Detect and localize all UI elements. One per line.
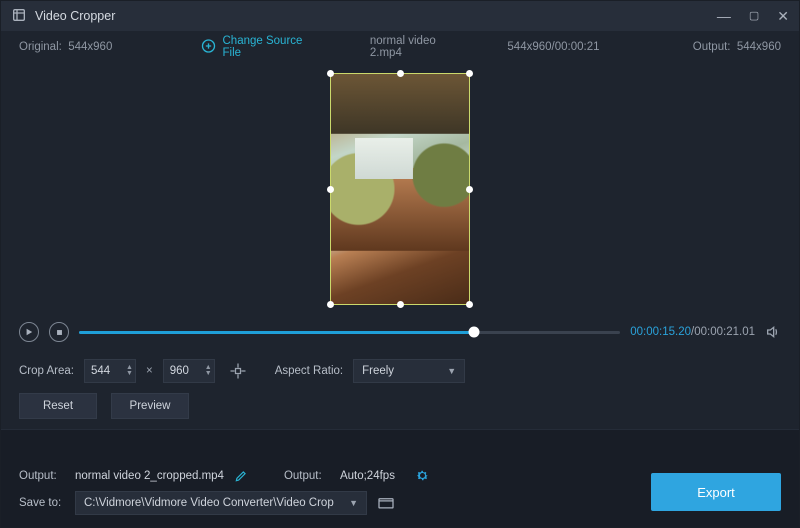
change-source-label: Change Source File: [223, 35, 320, 59]
output-dims-value: 544x960: [737, 41, 781, 53]
output-settings-button[interactable]: [415, 468, 430, 483]
window-controls: — ▢ ✕: [717, 9, 789, 23]
gear-icon: [415, 468, 430, 483]
crop-handle-tr[interactable]: [466, 70, 473, 77]
edit-filename-button[interactable]: [234, 469, 248, 483]
maximize-button[interactable]: ▢: [749, 9, 759, 23]
app-window: Video Cropper — ▢ ✕ Original: 544x960 Ch…: [0, 0, 800, 528]
crop-handle-bm[interactable]: [397, 301, 404, 308]
output-format-value: Auto;24fps: [340, 470, 395, 482]
reset-button[interactable]: Reset: [19, 393, 97, 419]
chevron-down-icon: ▼: [447, 366, 456, 376]
save-to-label: Save to:: [19, 497, 65, 509]
crop-area-label: Crop Area:: [19, 365, 74, 377]
plus-circle-icon: [201, 38, 217, 57]
stop-button[interactable]: [49, 322, 69, 342]
output-format-label: Output:: [284, 470, 330, 482]
infobar: Original: 544x960 Change Source File nor…: [1, 31, 799, 63]
output-filename: normal video 2_cropped.mp4: [75, 470, 224, 482]
aspect-ratio-dropdown[interactable]: Freely ▼: [353, 359, 465, 383]
preview-button[interactable]: Preview: [111, 393, 189, 419]
app-icon: [11, 7, 27, 26]
titlebar: Video Cropper — ▢ ✕: [1, 1, 799, 31]
multiply-symbol: ×: [146, 365, 153, 377]
seek-track[interactable]: [79, 331, 620, 334]
seek-knob[interactable]: [469, 327, 480, 338]
crop-width-spinner[interactable]: ▲▼: [126, 365, 133, 377]
original-dims-label: Original: 544x960: [19, 41, 112, 53]
seek-fill: [79, 331, 474, 334]
app-title: Video Cropper: [35, 9, 115, 23]
crop-handle-br[interactable]: [466, 301, 473, 308]
export-label: Export: [697, 485, 735, 500]
pencil-icon: [234, 469, 248, 483]
preview-area: [1, 63, 799, 315]
aspect-ratio-label: Aspect Ratio:: [275, 365, 343, 377]
source-meta: 544x960/00:00:21: [507, 41, 599, 53]
crop-frame[interactable]: [330, 73, 470, 305]
minimize-button[interactable]: —: [717, 9, 731, 23]
total-time: 00:00:21.01: [694, 326, 755, 338]
play-button[interactable]: [19, 322, 39, 342]
crop-handle-ml[interactable]: [327, 186, 334, 193]
playback-bar: 00:00:15.20/00:00:21.01: [1, 315, 799, 349]
output-label-text: Output:: [693, 41, 731, 53]
folder-icon: [377, 496, 395, 510]
open-folder-button[interactable]: [377, 496, 395, 510]
change-source-button[interactable]: Change Source File: [201, 35, 320, 59]
volume-icon[interactable]: [765, 324, 781, 340]
crop-width-value: 544: [91, 365, 110, 377]
output-file-label: Output:: [19, 470, 65, 482]
output-panel: Output: normal video 2_cropped.mp4 Outpu…: [1, 429, 799, 527]
crop-handle-bl[interactable]: [327, 301, 334, 308]
source-filename: normal video 2.mp4: [370, 35, 468, 59]
crop-height-field[interactable]: 960 ▲▼: [163, 359, 215, 383]
seek-bar[interactable]: [79, 331, 620, 334]
export-button[interactable]: Export: [651, 473, 781, 511]
stop-icon: [56, 329, 63, 336]
titlebar-left: Video Cropper: [11, 7, 115, 26]
center-crop-button[interactable]: [225, 358, 251, 384]
original-label-text: Original:: [19, 41, 62, 53]
save-path-value: C:\Vidmore\Vidmore Video Converter\Video…: [84, 497, 334, 509]
reset-label: Reset: [43, 400, 73, 412]
timecode: 00:00:15.20/00:00:21.01: [630, 326, 755, 338]
center-icon: [228, 361, 248, 381]
play-icon: [25, 328, 33, 336]
action-row: Reset Preview: [1, 393, 799, 429]
crop-handle-tm[interactable]: [397, 70, 404, 77]
crop-handle-tl[interactable]: [327, 70, 334, 77]
crop-height-spinner[interactable]: ▲▼: [205, 365, 212, 377]
current-time: 00:00:15.20: [630, 326, 691, 338]
crop-height-value: 960: [170, 365, 189, 377]
original-dims-value: 544x960: [68, 41, 112, 53]
crop-width-field[interactable]: 544 ▲▼: [84, 359, 136, 383]
crop-controls: Crop Area: 544 ▲▼ × 960 ▲▼ Aspect Ratio:…: [1, 349, 799, 393]
crop-handle-mr[interactable]: [466, 186, 473, 193]
close-button[interactable]: ✕: [777, 9, 789, 23]
output-dims-label: Output: 544x960: [693, 41, 781, 53]
save-path-dropdown[interactable]: C:\Vidmore\Vidmore Video Converter\Video…: [75, 491, 367, 515]
aspect-ratio-value: Freely: [362, 365, 394, 377]
infobar-center: Change Source File normal video 2.mp4 54…: [201, 35, 600, 59]
preview-label: Preview: [130, 400, 171, 412]
chevron-down-icon: ▼: [349, 498, 358, 508]
